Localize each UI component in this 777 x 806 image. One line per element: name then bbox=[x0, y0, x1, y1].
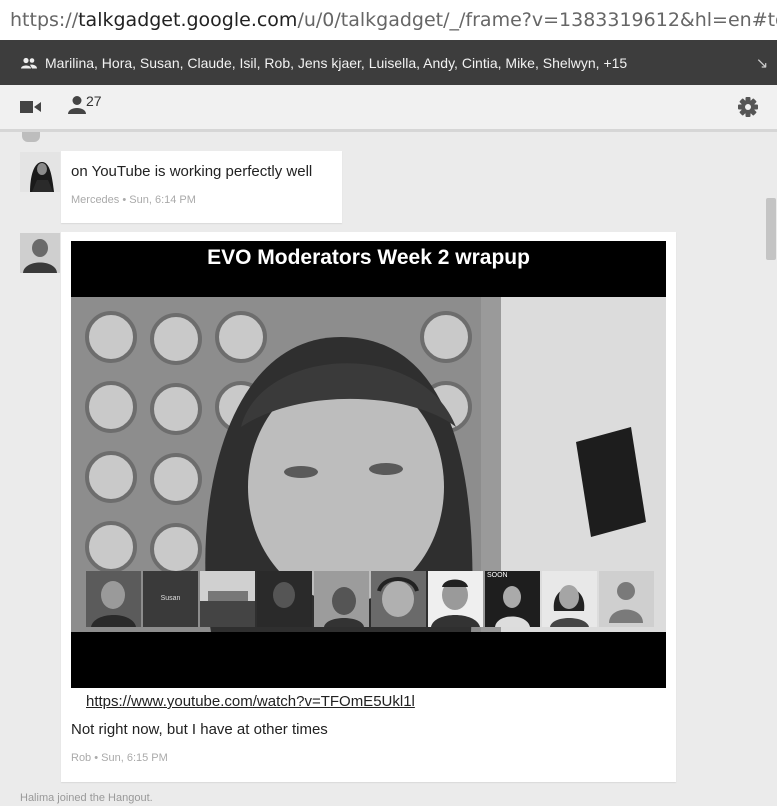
expand-arrow-icon[interactable]: ↘ bbox=[747, 54, 777, 72]
message-text: Not right now, but I have at other times bbox=[71, 721, 328, 738]
video-preview[interactable]: EVO Moderators Week 2 wrapup Susan SOON bbox=[71, 241, 666, 688]
message-bubble: on YouTube is working perfectly well Mer… bbox=[61, 151, 342, 223]
hangout-toolbar: 27 bbox=[0, 85, 777, 132]
person-icon[interactable] bbox=[68, 95, 86, 115]
gear-icon[interactable] bbox=[737, 96, 759, 118]
message-meta: Mercedes • Sun, 6:14 PM bbox=[71, 194, 196, 206]
url-host: talkgadget.google.com bbox=[78, 9, 298, 31]
thumbnail[interactable] bbox=[371, 571, 426, 627]
message-meta: Rob • Sun, 6:15 PM bbox=[71, 752, 168, 764]
message-time: Sun, 6:14 PM bbox=[129, 194, 196, 206]
thumbnail[interactable] bbox=[428, 571, 483, 627]
message-text: on YouTube is working perfectly well bbox=[71, 163, 313, 180]
participant-names: Marilina, Hora, Susan, Claude, Isil, Rob… bbox=[45, 54, 628, 71]
message-time: Sun, 6:15 PM bbox=[101, 752, 168, 764]
thumbnail-label: Susan bbox=[160, 595, 181, 602]
thumbnail[interactable] bbox=[542, 571, 597, 627]
thumbnail[interactable] bbox=[257, 571, 312, 627]
system-message: Halima joined the Hangout. bbox=[20, 792, 153, 804]
message-author: Mercedes bbox=[71, 194, 120, 206]
address-bar[interactable]: https://talkgadget.google.com/u/0/talkga… bbox=[0, 0, 777, 40]
message-author: Rob bbox=[71, 752, 92, 764]
thumbnail[interactable] bbox=[200, 571, 255, 627]
thumbnail-tag: SOON bbox=[487, 572, 508, 579]
participant-count: 27 bbox=[86, 93, 102, 109]
url-scheme: https:// bbox=[10, 9, 79, 31]
avatar-mercedes bbox=[20, 152, 60, 192]
thumbnail[interactable] bbox=[86, 571, 141, 627]
meta-separator: • bbox=[91, 752, 102, 764]
participants-bar[interactable]: Marilina, Hora, Susan, Claude, Isil, Rob… bbox=[0, 40, 777, 85]
participant-thumbnails: Susan SOON bbox=[86, 571, 654, 627]
youtube-link[interactable]: https://www.youtube.com/watch?v=TFOmE5Uk… bbox=[86, 693, 415, 710]
scrollbar-thumb[interactable] bbox=[766, 198, 776, 260]
thumbnail[interactable] bbox=[314, 571, 369, 627]
thumbnail[interactable]: SOON bbox=[485, 571, 540, 627]
video-title: EVO Moderators Week 2 wrapup bbox=[207, 246, 530, 269]
people-icon bbox=[21, 57, 37, 68]
avatar-rob bbox=[20, 233, 60, 273]
url-path: /u/0/talkgadget/_/frame?v=1383319612&hl=… bbox=[297, 9, 777, 31]
avatar bbox=[22, 132, 40, 142]
video-camera-icon[interactable] bbox=[20, 100, 42, 114]
meta-separator: • bbox=[119, 194, 130, 206]
thumbnail[interactable] bbox=[599, 571, 654, 627]
thumbnail[interactable]: Susan bbox=[143, 571, 198, 627]
